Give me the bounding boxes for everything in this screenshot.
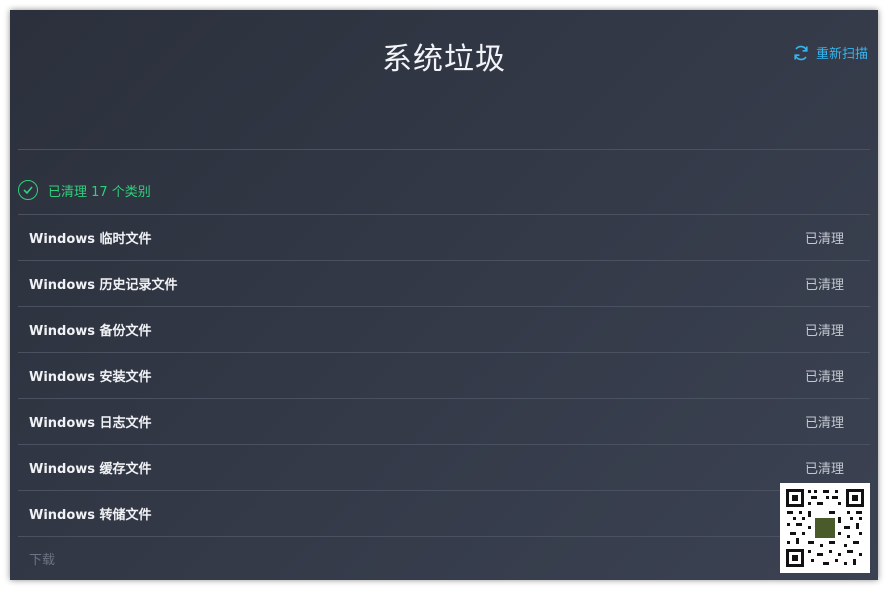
item-name: Windows 临时文件 <box>29 232 152 247</box>
summary-label: 已清理 17 个类别 <box>48 184 151 200</box>
check-circle-icon <box>18 180 38 200</box>
junk-category-list: Windows 临时文件 已清理 Windows 历史记录文件 已清理 Wind… <box>18 214 870 537</box>
download-section-label: 下载 <box>29 553 56 568</box>
item-status: 已清理 <box>804 370 844 385</box>
list-item[interactable]: Windows 临时文件 已清理 <box>18 215 870 261</box>
item-name: Windows 备份文件 <box>29 324 152 339</box>
list-item[interactable]: Windows 转储文件 <box>18 491 870 537</box>
rescan-label: 重新扫描 <box>815 47 868 62</box>
item-status: 已清理 <box>804 232 844 247</box>
list-item[interactable]: Windows 缓存文件 已清理 <box>18 445 870 491</box>
list-item[interactable]: Windows 备份文件 已清理 <box>18 307 870 353</box>
junk-cleaner-window: 系统垃圾 重新扫描 已清理 17 个类别 Windows 临时文件 已清理 Wi… <box>10 10 878 580</box>
refresh-icon <box>792 44 810 62</box>
cleaned-summary: 已清理 17 个类别 <box>18 180 151 200</box>
item-status: 已清理 <box>804 462 844 477</box>
item-name: Windows 日志文件 <box>29 416 152 431</box>
item-name: Windows 缓存文件 <box>29 462 152 477</box>
item-name: Windows 安装文件 <box>29 370 152 385</box>
list-item[interactable]: Windows 安装文件 已清理 <box>18 353 870 399</box>
header-divider <box>18 149 870 150</box>
item-status: 已清理 <box>804 278 844 293</box>
rescan-button[interactable]: 重新扫描 <box>792 43 868 62</box>
qr-code-image <box>780 483 870 573</box>
page-title: 系统垃圾 <box>382 42 506 77</box>
item-status: 已清理 <box>804 416 844 431</box>
item-name: Windows 历史记录文件 <box>29 278 178 293</box>
item-status: 已清理 <box>804 324 844 339</box>
list-item[interactable]: Windows 日志文件 已清理 <box>18 399 870 445</box>
item-name: Windows 转储文件 <box>29 508 152 523</box>
list-item[interactable]: Windows 历史记录文件 已清理 <box>18 261 870 307</box>
